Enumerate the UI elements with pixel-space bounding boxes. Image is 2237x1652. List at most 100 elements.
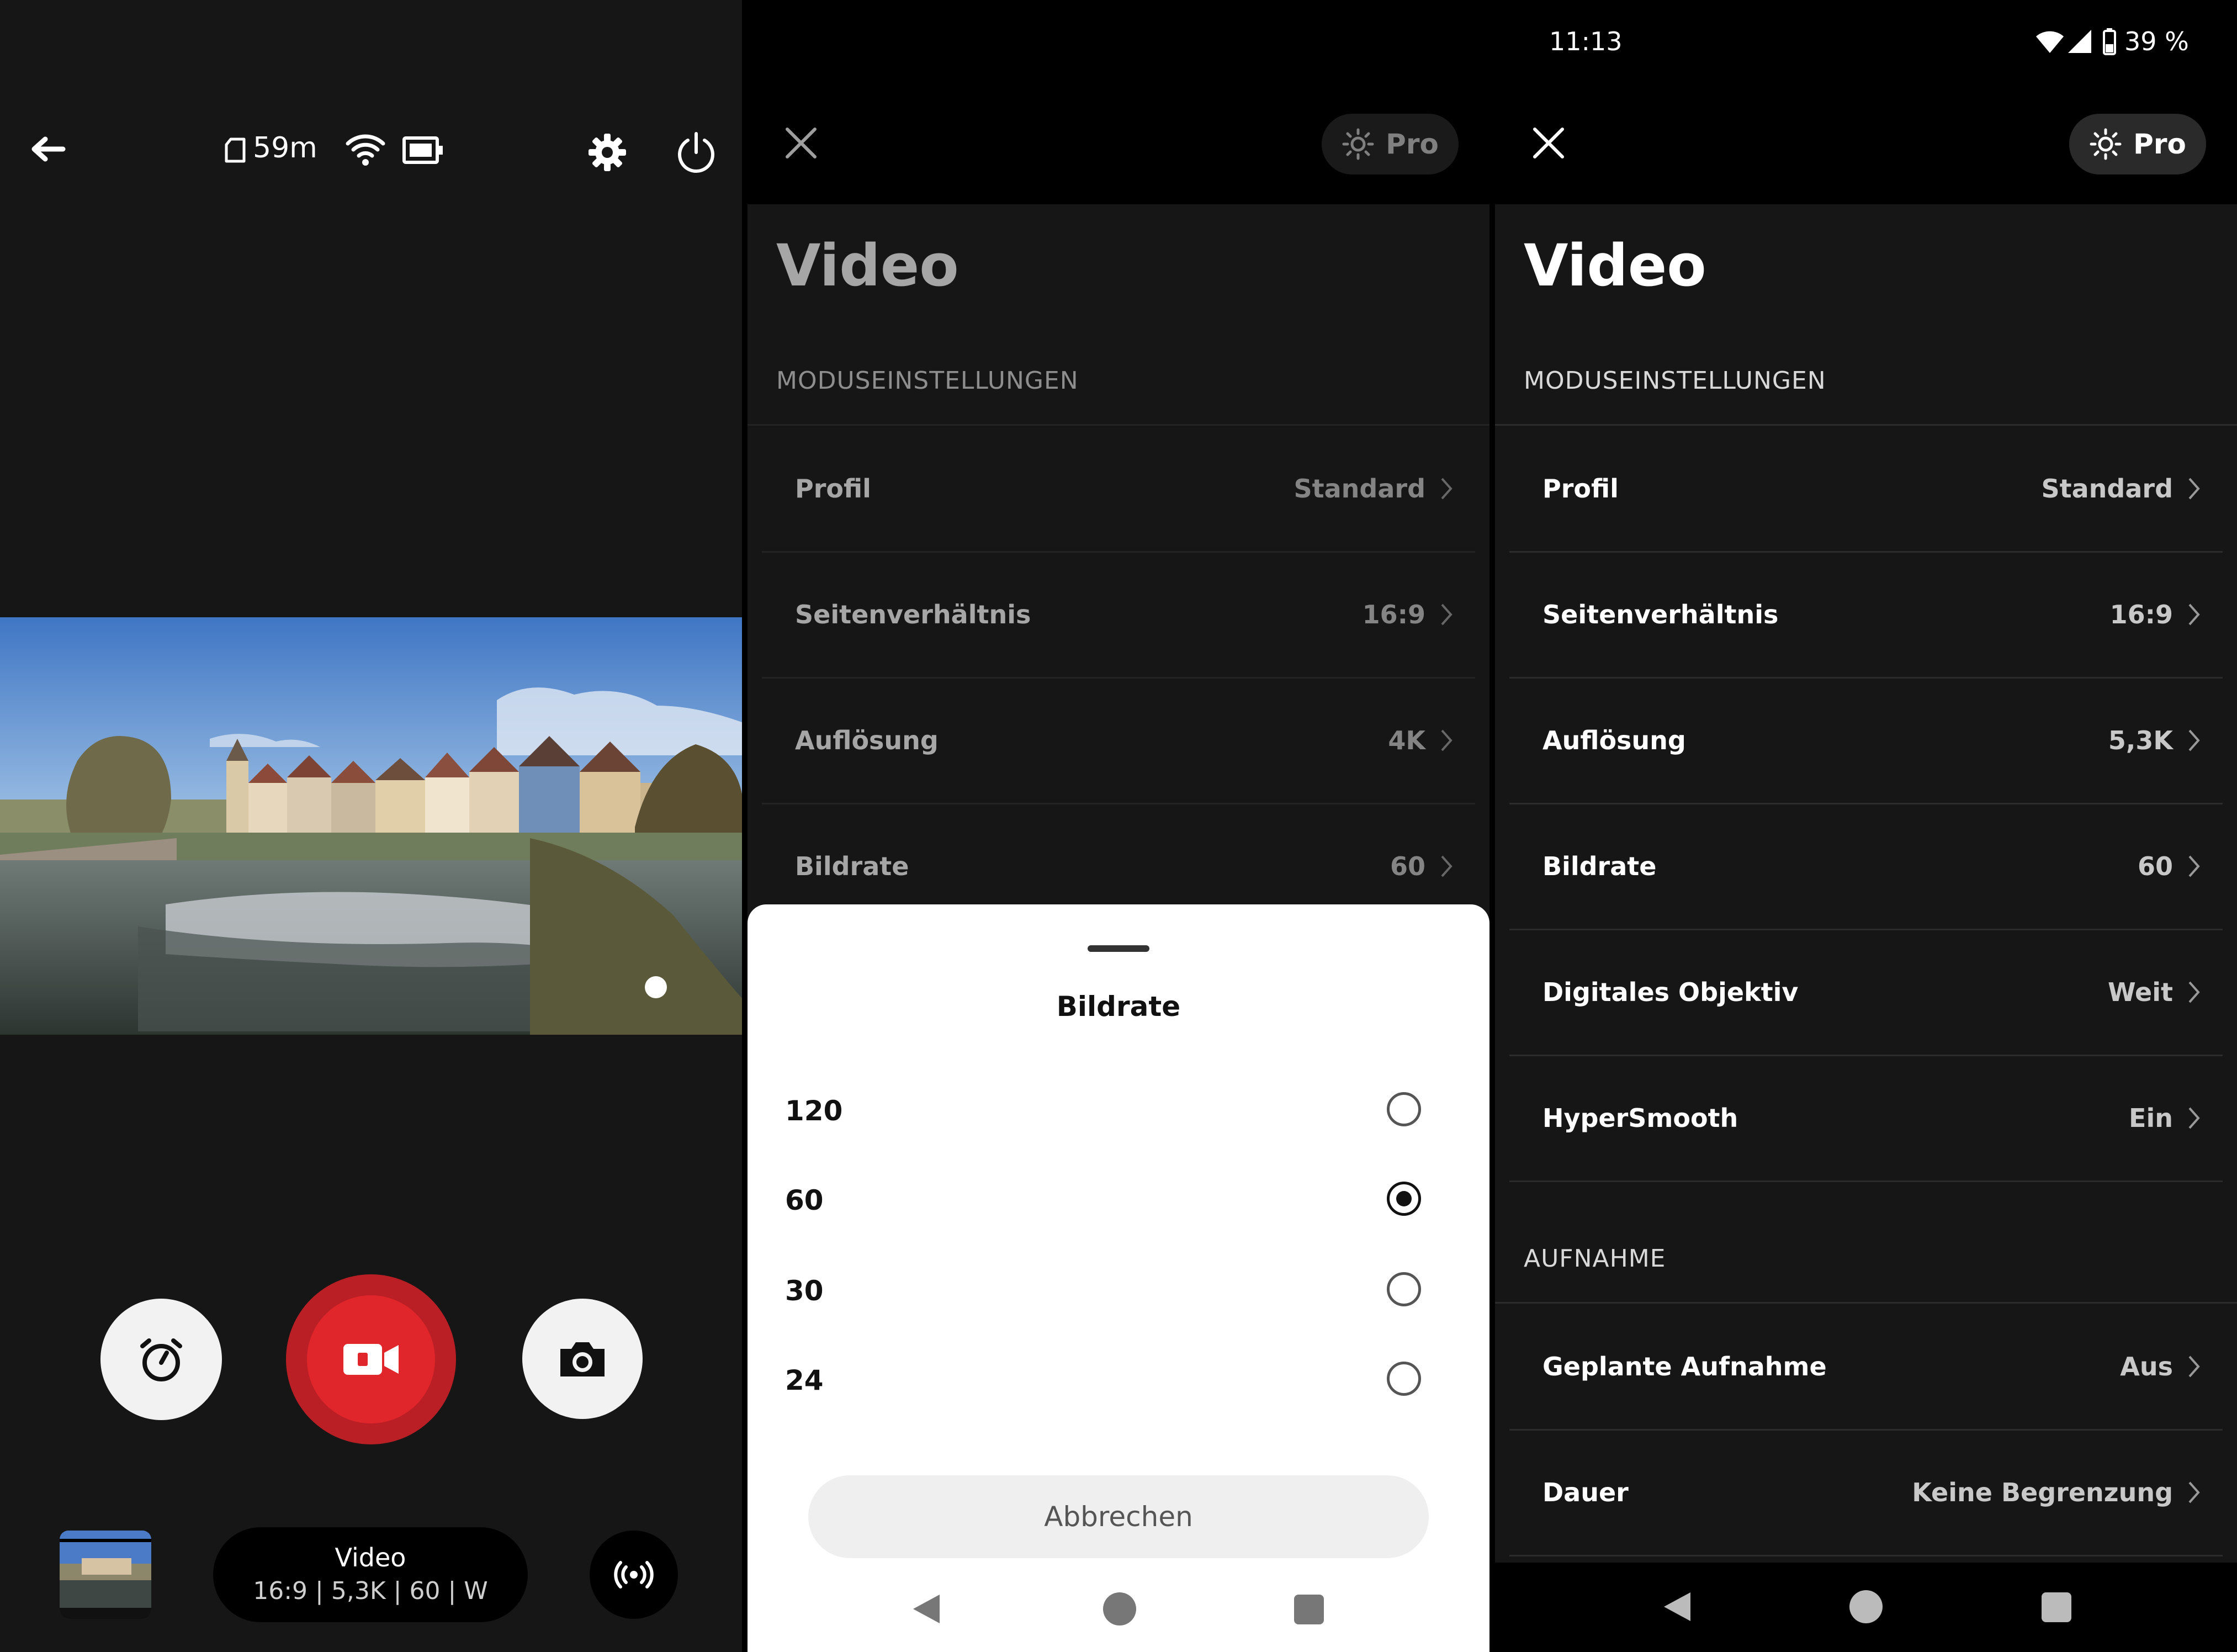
setting-row-aspect-ratio[interactable]: Seitenverhältnis 16:9 bbox=[1509, 552, 2223, 679]
setting-label: Auflösung bbox=[1542, 726, 1686, 755]
setting-row-profile[interactable]: Profil Standard bbox=[762, 426, 1475, 553]
section-header-mode: MODUSEINSTELLUNGEN bbox=[776, 367, 1079, 395]
nav-home-icon[interactable] bbox=[1849, 1590, 1883, 1623]
chevron-right-icon bbox=[1440, 678, 1453, 803]
setting-label: Bildrate bbox=[1542, 851, 1657, 881]
mode-details: 16:9 | 5,3K | 60 | W bbox=[253, 1577, 488, 1605]
radio-button[interactable] bbox=[1387, 1362, 1421, 1396]
sheet-drag-handle[interactable] bbox=[1088, 945, 1149, 952]
radio-button-selected[interactable] bbox=[1387, 1182, 1421, 1216]
setting-value: Standard bbox=[1294, 474, 1426, 504]
media-thumbnail[interactable] bbox=[60, 1531, 151, 1619]
nav-home-icon[interactable] bbox=[1103, 1592, 1136, 1625]
frame-rate-option[interactable]: 24 bbox=[785, 1347, 1459, 1413]
status-battery: 39 % bbox=[2124, 27, 2189, 56]
setting-row-frame-rate[interactable]: Bildrate 60 bbox=[1509, 804, 2223, 930]
setting-value: Weit bbox=[2107, 977, 2173, 1007]
mode-title: Video bbox=[335, 1543, 406, 1572]
option-label: 60 bbox=[785, 1184, 824, 1216]
close-icon[interactable] bbox=[784, 126, 818, 162]
close-icon[interactable] bbox=[1531, 126, 1566, 162]
sheet-title: Bildrate bbox=[1056, 991, 1181, 1023]
setting-value: 5,3K bbox=[2108, 726, 2173, 755]
setting-value: Aus bbox=[2120, 1352, 2173, 1381]
mode-selector[interactable]: Video 16:9 | 5,3K | 60 | W bbox=[213, 1527, 528, 1622]
setting-value: Standard bbox=[2041, 474, 2174, 504]
setting-row-aspect-ratio[interactable]: Seitenverhältnis 16:9 bbox=[762, 552, 1475, 679]
setting-label: Seitenverhältnis bbox=[1542, 600, 1779, 629]
option-label: 120 bbox=[785, 1095, 843, 1127]
wifi-icon bbox=[344, 131, 386, 169]
navigation-bar bbox=[1495, 1563, 2237, 1652]
setting-value: Ein bbox=[2129, 1103, 2173, 1133]
live-broadcast-button[interactable] bbox=[590, 1531, 678, 1619]
photo-camera-icon bbox=[560, 1342, 605, 1376]
pro-settings-icon bbox=[1342, 128, 1374, 160]
setting-label: HyperSmooth bbox=[1542, 1103, 1738, 1133]
live-broadcast-icon bbox=[614, 1561, 654, 1589]
pro-label: Pro bbox=[2133, 128, 2186, 160]
camera-screen: 59m Video 16:9 | 5,3K | 60 | W bbox=[0, 0, 742, 1652]
setting-label: Digitales Objektiv bbox=[1542, 977, 1799, 1007]
setting-row-profile[interactable]: Profil Standard bbox=[1509, 426, 2223, 553]
live-preview[interactable] bbox=[0, 617, 742, 1035]
sd-card-icon bbox=[224, 137, 246, 166]
battery-icon bbox=[402, 136, 444, 167]
wifi-icon bbox=[2035, 29, 2065, 56]
setting-value: 4K bbox=[1388, 726, 1425, 755]
chevron-right-icon bbox=[1440, 552, 1453, 677]
chevron-right-icon bbox=[2187, 1304, 2201, 1429]
chevron-right-icon bbox=[2187, 678, 2201, 803]
nav-back-icon[interactable] bbox=[1662, 1590, 1693, 1625]
pro-button[interactable]: Pro bbox=[1322, 114, 1459, 174]
setting-label: Profil bbox=[795, 474, 871, 504]
frame-rate-option[interactable]: 30 bbox=[785, 1258, 1459, 1324]
setting-row-digital-lens[interactable]: Digitales Objektiv Weit bbox=[1509, 930, 2223, 1056]
nav-recents-icon[interactable] bbox=[1294, 1595, 1324, 1624]
setting-row-duration[interactable]: Dauer Keine Begrenzung bbox=[1509, 1430, 2223, 1556]
chevron-right-icon bbox=[2187, 1430, 2201, 1555]
setting-label: Auflösung bbox=[795, 726, 939, 755]
page-title: Video bbox=[776, 232, 959, 299]
status-time: 11:13 bbox=[1549, 27, 1623, 56]
setting-value: 60 bbox=[2137, 851, 2173, 881]
setting-label: Seitenverhältnis bbox=[795, 600, 1031, 629]
setting-row-scheduled-capture[interactable]: Geplante Aufnahme Aus bbox=[1509, 1304, 2223, 1431]
chevron-right-icon bbox=[1440, 426, 1453, 551]
page-title: Video bbox=[1524, 232, 1706, 299]
chevron-right-icon bbox=[2187, 804, 2201, 929]
photo-mode-button[interactable] bbox=[522, 1299, 643, 1419]
setting-row-hypersmooth[interactable]: HyperSmooth Ein bbox=[1509, 1056, 2223, 1182]
chevron-right-icon bbox=[2187, 426, 2201, 551]
setting-label: Geplante Aufnahme bbox=[1542, 1352, 1827, 1381]
cancel-button[interactable]: Abbrechen bbox=[808, 1475, 1429, 1558]
setting-row-resolution[interactable]: Auflösung 5,3K bbox=[1509, 678, 2223, 804]
frame-rate-option[interactable]: 120 bbox=[785, 1078, 1459, 1144]
settings-screen: 11:13 39 % Pro Video MODUSEINSTELLUNGEN … bbox=[1495, 0, 2237, 1652]
setting-label: Dauer bbox=[1542, 1478, 1629, 1507]
frame-rate-option[interactable]: 60 bbox=[785, 1167, 1459, 1233]
option-label: 24 bbox=[785, 1364, 824, 1396]
setting-value: 16:9 bbox=[1362, 600, 1425, 629]
pro-settings-icon bbox=[2090, 128, 2122, 160]
record-button[interactable] bbox=[286, 1274, 456, 1444]
radio-button[interactable] bbox=[1387, 1272, 1421, 1306]
back-arrow-icon[interactable] bbox=[24, 133, 68, 166]
frame-rate-sheet: Bildrate 120 60 30 24 Abbrechen bbox=[748, 904, 1489, 1652]
setting-row-resolution[interactable]: Auflösung 4K bbox=[762, 678, 1475, 804]
nav-recents-icon[interactable] bbox=[2042, 1592, 2071, 1622]
battery-icon bbox=[2102, 28, 2117, 57]
radio-button[interactable] bbox=[1387, 1092, 1421, 1126]
video-camera-icon bbox=[343, 1344, 399, 1375]
setting-value: 16:9 bbox=[2109, 600, 2173, 629]
gear-icon[interactable] bbox=[586, 131, 628, 176]
timer-button[interactable] bbox=[100, 1299, 222, 1420]
pro-label: Pro bbox=[1386, 128, 1439, 160]
pro-button[interactable]: Pro bbox=[2069, 114, 2206, 174]
chevron-right-icon bbox=[2187, 930, 2201, 1055]
section-header-recording: AUFNAHME bbox=[1524, 1245, 1666, 1273]
timer-icon bbox=[140, 1338, 182, 1381]
settings-with-sheet: Pro Video MODUSEINSTELLUNGEN Profil Stan… bbox=[748, 0, 1489, 1652]
nav-back-icon[interactable] bbox=[911, 1592, 942, 1628]
power-icon[interactable] bbox=[675, 130, 718, 177]
